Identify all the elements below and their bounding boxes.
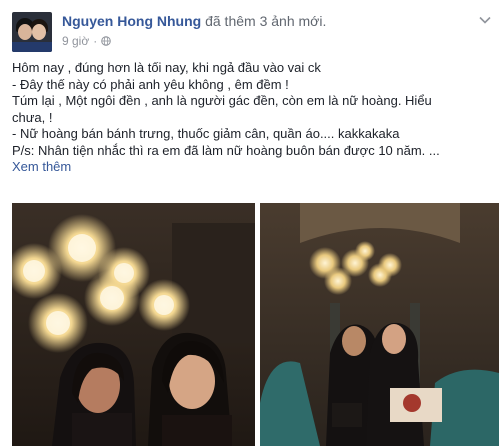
post-text: Hôm nay , đúng hơn là tối nay, khi ngả đ… (12, 60, 492, 176)
photo-illustration (260, 203, 499, 446)
avatar-cloth (12, 42, 52, 52)
post-text-line: - Nữ hoàng bán bánh trưng, thuốc giảm câ… (12, 126, 400, 141)
post-photo[interactable] (12, 203, 255, 446)
author-name-link[interactable]: Nguyen Hong Nhung (62, 13, 201, 29)
post-text-line: - Đây thế này có phải anh yêu không , êm… (12, 76, 289, 92)
avatar-face (18, 24, 32, 40)
post-text-line: chưa, ! (12, 109, 53, 125)
post-timestamp[interactable]: 9 giờ (62, 34, 89, 48)
meta-separator: · (93, 34, 98, 48)
post-photo[interactable] (260, 203, 499, 446)
post-text-line: Hôm nay , đúng hơn là tối nay, khi ngả đ… (12, 60, 321, 75)
feed-post: Nguyen Hong Nhung đã thêm 3 ảnh mới. 9 g… (0, 0, 499, 446)
post-text-line: Túm lại , Một ngôi đền , anh là người gá… (12, 93, 432, 108)
avatar[interactable] (12, 12, 52, 52)
post-action-text: đã thêm 3 ảnh mới. (205, 13, 327, 29)
photo-illustration (12, 203, 255, 446)
post-text-line: P/s: Nhân tiện nhắc thì ra em đã làm nữ … (12, 142, 440, 158)
globe-icon[interactable] (101, 36, 112, 46)
see-more-link[interactable]: Xem thêm (12, 159, 492, 176)
post-header: Nguyen Hong Nhung đã thêm 3 ảnh mới. (62, 13, 326, 29)
post-meta: 9 giờ · (62, 34, 112, 48)
avatar-face (32, 24, 46, 40)
chevron-down-icon[interactable] (479, 16, 491, 24)
